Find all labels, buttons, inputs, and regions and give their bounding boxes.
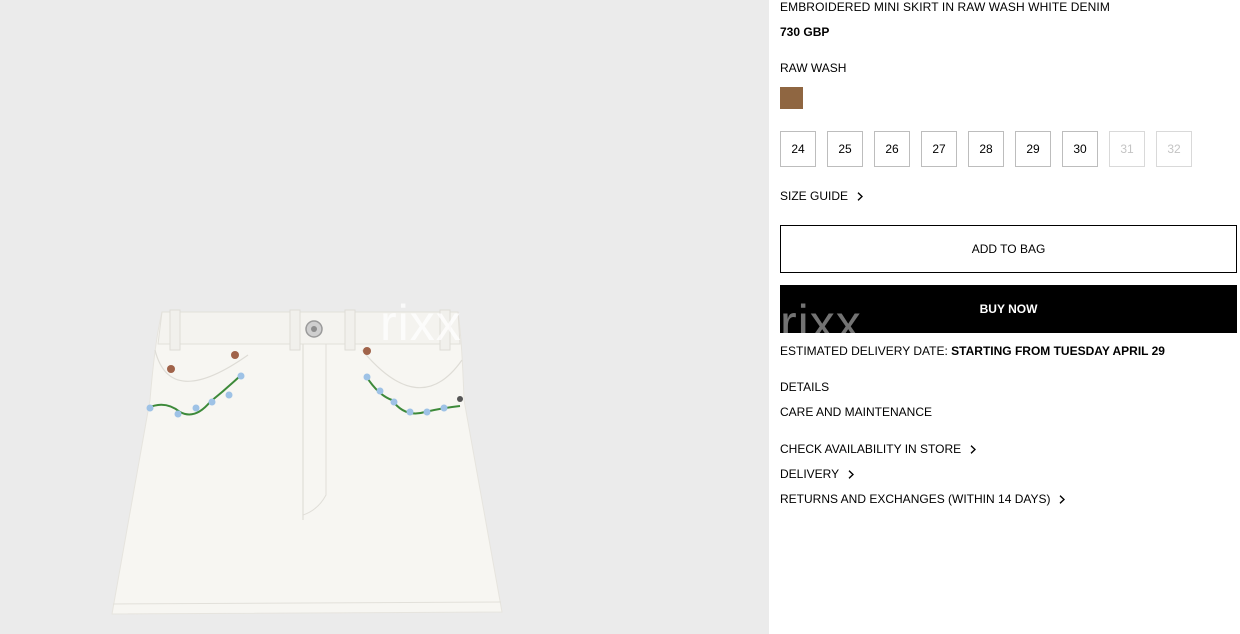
returns-link-label: RETURNS AND EXCHANGES (WITHIN 14 DAYS): [780, 492, 1051, 506]
chevron-right-icon: [970, 444, 977, 454]
product-image-panel: rixx: [0, 0, 769, 634]
size-option[interactable]: 30: [1062, 131, 1098, 167]
size-guide-link[interactable]: SIZE GUIDE: [780, 189, 864, 203]
size-option-unavailable[interactable]: 32: [1156, 131, 1192, 167]
size-option[interactable]: 25: [827, 131, 863, 167]
delivery-link[interactable]: DELIVERY: [780, 467, 855, 481]
check-store-link[interactable]: CHECK AVAILABILITY IN STORE: [780, 442, 977, 456]
color-name: RAW WASH: [780, 61, 847, 75]
size-option-unavailable[interactable]: 31: [1109, 131, 1145, 167]
product-price: 730 GBP: [780, 25, 830, 39]
size-option[interactable]: 28: [968, 131, 1004, 167]
delivery-link-label: DELIVERY: [780, 467, 840, 481]
watermark-text-secondary: rixx: [780, 295, 862, 351]
size-option[interactable]: 29: [1015, 131, 1051, 167]
add-to-bag-button[interactable]: ADD TO BAG: [780, 225, 1237, 273]
watermark-text: rixx: [380, 295, 462, 351]
size-option[interactable]: 26: [874, 131, 910, 167]
product-title: EMBROIDERED MINI SKIRT IN RAW WASH WHITE…: [780, 0, 1110, 14]
chevron-right-icon: [1059, 494, 1066, 504]
size-option[interactable]: 24: [780, 131, 816, 167]
size-guide-label: SIZE GUIDE: [780, 189, 849, 203]
chevron-right-icon: [848, 469, 855, 479]
details-section[interactable]: DETAILS: [780, 380, 829, 394]
size-selector: 24 25 26 27 28 29 30 31 32: [780, 131, 1192, 167]
care-section[interactable]: CARE AND MAINTENANCE: [780, 405, 932, 419]
returns-link[interactable]: RETURNS AND EXCHANGES (WITHIN 14 DAYS): [780, 492, 1066, 506]
delivery-date: STARTING FROM TUESDAY APRIL 29: [951, 344, 1165, 358]
color-swatch[interactable]: [780, 87, 803, 109]
chevron-right-icon: [857, 191, 864, 201]
size-option[interactable]: 27: [921, 131, 957, 167]
check-store-label: CHECK AVAILABILITY IN STORE: [780, 442, 962, 456]
